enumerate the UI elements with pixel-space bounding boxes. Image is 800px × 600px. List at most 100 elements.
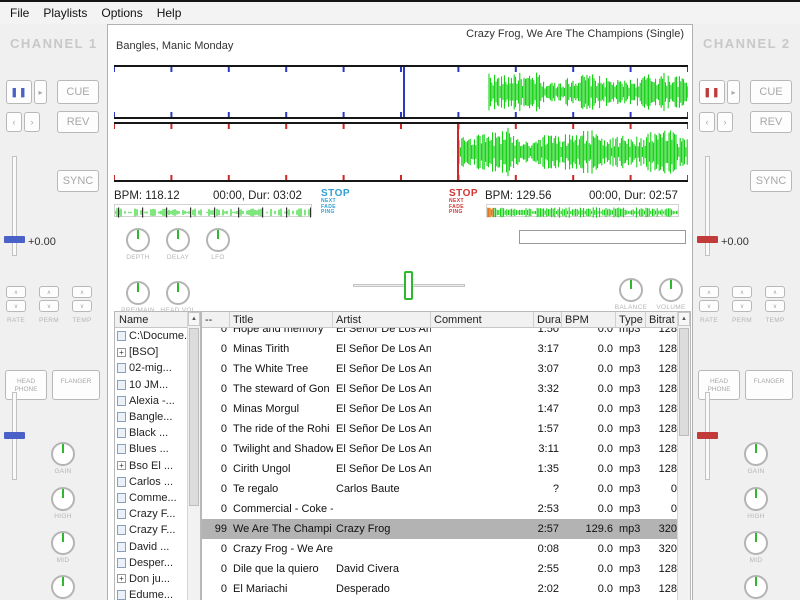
fx-lfo-knob[interactable] (206, 228, 230, 252)
deck-a-overview-strip[interactable] (114, 204, 312, 217)
fx-depth-knob[interactable] (126, 228, 150, 252)
tree-item[interactable]: +Don ju... (115, 571, 187, 587)
channel-2-mid-knob[interactable] (744, 531, 768, 555)
column-header-[interactable]: -- (202, 312, 230, 328)
tree-expand-icon[interactable]: + (117, 348, 126, 357)
tree-name-header[interactable]: Name (115, 312, 189, 328)
column-header-bpm[interactable]: BPM (562, 312, 616, 328)
search-input[interactable] (519, 230, 686, 244)
tree-item[interactable]: +[BSO] (115, 344, 187, 360)
column-header-bitrat[interactable]: Bitrat (646, 312, 680, 328)
tree-item[interactable]: 10 JM... (115, 377, 187, 393)
deck-a-waveform[interactable] (114, 65, 688, 119)
tree-item[interactable]: +Bso El ... (115, 458, 187, 474)
column-header-artist[interactable]: Artist (333, 312, 431, 328)
column-header-dura[interactable]: Dura (534, 312, 562, 328)
channel-1-pause-button[interactable]: ❚❚ (6, 80, 32, 104)
table-row[interactable]: 0Cirith UngolEl Señor De Los Anil1:350.0… (202, 459, 677, 479)
tree-expand-icon[interactable]: + (117, 574, 126, 583)
table-row[interactable]: 0Minas MorgulEl Señor De Los Anil1:470.0… (202, 399, 677, 419)
tree-item[interactable]: Black ... (115, 425, 187, 441)
channel-1-gain-knob[interactable] (51, 442, 75, 466)
tree-item[interactable]: Desper... (115, 555, 187, 571)
column-header-type[interactable]: Type (616, 312, 646, 328)
column-header-title[interactable]: Title (230, 312, 333, 328)
channel-1-high-knob[interactable] (51, 487, 75, 511)
playlist-scrollbar[interactable]: ▲ (677, 312, 690, 600)
channel-2-sync-button[interactable]: SYNC (750, 170, 792, 192)
tree-item[interactable]: Alexia -... (115, 393, 187, 409)
channel-2-flanger-button[interactable]: FLANGER (745, 370, 793, 400)
tree-item[interactable]: Crazy F... (115, 522, 187, 538)
table-row[interactable]: 0The ride of the RohiEl Señor De Los Ani… (202, 419, 677, 439)
table-row[interactable]: 0Commercial - Coke -2:530.0mp30 (202, 499, 677, 519)
crossfader-handle[interactable] (404, 271, 413, 300)
monitor-pre-main-knob[interactable] (126, 281, 150, 305)
channel-2-volume-slider-handle[interactable] (697, 432, 718, 439)
channel-1-rate-down-button[interactable]: ∨ (6, 300, 26, 312)
column-header-comment[interactable]: Comment (431, 312, 534, 328)
table-row[interactable]: 99We Are The ChampiCrazy Frog2:57129.6mp… (202, 519, 677, 539)
master-volume-knob[interactable] (659, 278, 683, 302)
channel-1-seek-forward-button[interactable]: › (24, 112, 40, 132)
channel-2-perm-up-button[interactable]: ∧ (732, 286, 752, 298)
channel-2-pause-button[interactable]: ❚❚ (699, 80, 725, 104)
tree-item[interactable]: David ... (115, 538, 187, 554)
channel-1-rate-up-button[interactable]: ∧ (6, 286, 26, 298)
table-row[interactable]: 0Twilight and ShadowEl Señor De Los Anil… (202, 439, 677, 459)
table-row[interactable]: 0Minas TirithEl Señor De Los Anil3:170.0… (202, 339, 677, 359)
menu-help[interactable]: Help (150, 3, 189, 23)
deck-a-stop-indicator[interactable]: STOP NEXTFADEPING (321, 188, 365, 216)
channel-1-mid-knob[interactable] (51, 531, 75, 555)
playlist-scrollbar-thumb[interactable] (679, 328, 689, 436)
table-row[interactable]: 0The steward of GonEl Señor De Los Anil3… (202, 379, 677, 399)
channel-2-rate-up-button[interactable]: ∧ (699, 286, 719, 298)
channel-2-gain-knob[interactable] (744, 442, 768, 466)
channel-1-cue-button[interactable]: CUE (57, 80, 99, 104)
channel-2-temp-down-button[interactable]: ∨ (765, 300, 785, 312)
channel-1-rev-button[interactable]: REV (57, 111, 99, 133)
channel-1-volume-slider-handle[interactable] (4, 432, 25, 439)
monitor-head-vol-knob[interactable] (166, 281, 190, 305)
channel-1-sync-button[interactable]: SYNC (57, 170, 99, 192)
channel-1-low-knob[interactable] (51, 575, 75, 599)
channel-2-high-knob[interactable] (744, 487, 768, 511)
channel-1-temp-up-button[interactable]: ∧ (72, 286, 92, 298)
tree-item[interactable]: Crazy F... (115, 506, 187, 522)
tree-item[interactable]: Bangle... (115, 409, 187, 425)
channel-2-temp-up-button[interactable]: ∧ (765, 286, 785, 298)
table-row[interactable]: 0Te regaloCarlos Baute?0.0mp30 (202, 479, 677, 499)
crossfader[interactable] (353, 271, 465, 301)
tree-item[interactable]: Blues ... (115, 441, 187, 457)
tree-scrollbar[interactable]: ▲ (187, 312, 200, 600)
channel-2-rate-down-button[interactable]: ∨ (699, 300, 719, 312)
tree-expand-icon[interactable]: + (117, 461, 126, 470)
channel-2-play-button[interactable]: ▸ (727, 80, 740, 104)
channel-2-seek-forward-button[interactable]: › (717, 112, 733, 132)
scroll-up-icon[interactable]: ▲ (188, 312, 200, 326)
channel-1-flanger-button[interactable]: FLANGER (52, 370, 100, 400)
deck-b-waveform[interactable] (114, 122, 688, 182)
table-row[interactable]: 0Crazy Frog - We Are0:080.0mp3320 (202, 539, 677, 559)
tree-item[interactable]: Edume... (115, 587, 187, 600)
menu-playlists[interactable]: Playlists (36, 3, 94, 23)
table-row[interactable]: 0El MariachiDesperado2:020.0mp3128 (202, 579, 677, 599)
channel-2-cue-button[interactable]: CUE (750, 80, 792, 104)
scroll-up-icon[interactable]: ▲ (678, 312, 690, 326)
channel-1-perm-down-button[interactable]: ∨ (39, 300, 59, 312)
channel-2-rev-button[interactable]: REV (750, 111, 792, 133)
channel-1-seek-back-button[interactable]: ‹ (6, 112, 22, 132)
tree-item[interactable]: C:\Docume... (115, 328, 187, 344)
tree-item[interactable]: Carlos ... (115, 474, 187, 490)
tree-item[interactable]: 02-mig... (115, 360, 187, 376)
channel-1-pitch-slider-handle[interactable] (4, 236, 25, 243)
channel-2-seek-back-button[interactable]: ‹ (699, 112, 715, 132)
channel-1-perm-up-button[interactable]: ∧ (39, 286, 59, 298)
tree-scrollbar-thumb[interactable] (189, 328, 199, 506)
menu-options[interactable]: Options (94, 3, 149, 23)
table-row[interactable]: 0Dile que la quieroDavid Civera2:550.0mp… (202, 559, 677, 579)
tree-item[interactable]: Comme... (115, 490, 187, 506)
menu-file[interactable]: File (3, 3, 36, 23)
channel-2-low-knob[interactable] (744, 575, 768, 599)
channel-1-temp-down-button[interactable]: ∨ (72, 300, 92, 312)
